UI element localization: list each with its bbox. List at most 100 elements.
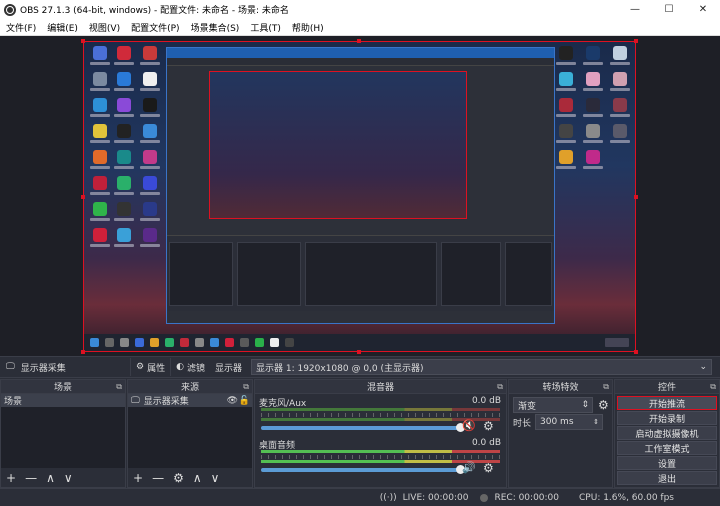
- move-down-button[interactable]: ∨: [64, 471, 73, 485]
- move-down-button[interactable]: ∨: [211, 471, 220, 485]
- desktop-icon: [112, 150, 136, 174]
- source-properties-gear-icon[interactable]: ⚙: [173, 471, 184, 485]
- desktop-icons-left-3: [138, 46, 162, 252]
- menu-help[interactable]: 帮助(H): [286, 21, 329, 34]
- menu-view[interactable]: 视图(V): [83, 21, 125, 34]
- desktop-icon: [112, 124, 136, 148]
- desktop-icon: [138, 202, 162, 226]
- mixer-track-mic: 麦克风/Aux 0.0 dB 🔇 ⚙: [259, 396, 501, 433]
- filter-icon: ◐: [176, 362, 184, 372]
- chevron-updown-icon: ⇕: [581, 400, 589, 410]
- live-timer: LIVE: 00:00:00: [402, 492, 469, 503]
- mixer-header: 混音器: [366, 383, 394, 393]
- monitor-icon: 🖵: [6, 362, 15, 372]
- nested-preview: [209, 71, 467, 219]
- dock-float-icon[interactable]: ⧉: [497, 382, 503, 392]
- volume-slider[interactable]: [261, 423, 465, 432]
- add-scene-button[interactable]: +: [6, 471, 16, 485]
- gear-icon[interactable]: ⚙: [598, 398, 609, 412]
- list-item[interactable]: 场景: [1, 394, 125, 407]
- sources-dock: 来源 ⧉ 🖵 显示器采集 👁 🔓 + — ⚙ ∧ ∨: [127, 379, 253, 488]
- desktop-icon: [608, 98, 632, 122]
- desktop-icon: [88, 98, 112, 122]
- desktop-icons-left: [88, 46, 112, 252]
- desktop-icon: [554, 124, 578, 148]
- menu-edit[interactable]: 编辑(E): [41, 21, 83, 34]
- desktop-icon: [608, 124, 632, 148]
- lock-icon[interactable]: 🔓: [239, 396, 250, 406]
- preview-canvas[interactable]: [83, 41, 636, 352]
- remove-source-button[interactable]: —: [152, 471, 164, 485]
- desktop-icon: [608, 72, 632, 96]
- transition-select[interactable]: 渐变 ⇕: [513, 397, 593, 413]
- properties-button[interactable]: ⚙ 属性: [130, 358, 170, 376]
- move-up-button[interactable]: ∧: [46, 471, 55, 485]
- rec-timer: REC: 00:00:00: [494, 492, 560, 503]
- maximize-button[interactable]: ☐: [652, 0, 686, 19]
- sources-header: 来源: [180, 383, 199, 393]
- status-bar: ((·)) LIVE: 00:00:00 REC: 00:00:00 CPU: …: [0, 488, 720, 506]
- desktop-icon: [554, 150, 578, 174]
- menu-file[interactable]: 文件(F): [0, 21, 41, 34]
- preview-area[interactable]: [0, 36, 720, 356]
- desktop-icon: [112, 72, 136, 96]
- move-up-button[interactable]: ∧: [193, 471, 202, 485]
- dock-float-icon[interactable]: ⧉: [243, 382, 249, 392]
- desktop-icon: [88, 124, 112, 148]
- desktop-icon: [581, 46, 605, 70]
- menu-tools[interactable]: 工具(T): [244, 21, 286, 34]
- volume-slider[interactable]: [261, 465, 465, 474]
- start-streaming-button[interactable]: 开始推流: [617, 396, 717, 410]
- desktop-icon: [554, 98, 578, 122]
- monitor-icon: 🖵: [131, 395, 140, 406]
- live-broadcast-icon: ((·)): [379, 492, 397, 503]
- mixer-dock: 混音器 ⧉ 麦克风/Aux 0.0 dB 🔇 ⚙ 桌面音频 0.0 dB 🔊 ⚙: [254, 379, 507, 488]
- desktop-icon: [112, 228, 136, 252]
- display-select[interactable]: 显示器 1: 1920x1080 @ 0,0 (主显示器) ⌄: [250, 359, 712, 375]
- start-virtual-camera-button[interactable]: 启动虚拟摄像机: [617, 426, 717, 440]
- windows-taskbar: [84, 334, 635, 351]
- menu-scene-collection[interactable]: 场景集合(S): [185, 21, 245, 34]
- gear-icon[interactable]: ⚙: [483, 461, 494, 475]
- studio-mode-button[interactable]: 工作室模式: [617, 441, 717, 455]
- desktop-icon: [138, 150, 162, 174]
- speaker-icon[interactable]: 🔊: [462, 461, 476, 474]
- dock-float-icon[interactable]: ⧉: [116, 382, 122, 392]
- remove-scene-button[interactable]: —: [25, 471, 37, 485]
- record-dot-icon: [480, 493, 489, 502]
- desktop-icons-right-3: [608, 46, 632, 148]
- dock-float-icon[interactable]: ⧉: [710, 382, 716, 392]
- dock-float-icon[interactable]: ⧉: [603, 382, 609, 392]
- list-item[interactable]: 🖵 显示器采集 👁 🔓: [128, 394, 252, 407]
- desktop-icon: [138, 46, 162, 70]
- display-label: 显示器: [214, 363, 242, 374]
- add-source-button[interactable]: +: [133, 471, 143, 485]
- close-button[interactable]: ✕: [686, 0, 720, 19]
- audio-meter: [261, 450, 500, 453]
- controls-header: 控件: [657, 383, 676, 393]
- visibility-eye-icon[interactable]: 👁: [227, 396, 238, 406]
- spin-arrows-icon[interactable]: ⇕: [593, 418, 599, 426]
- mixer-track-desktop: 桌面音频 0.0 dB 🔊 ⚙: [259, 438, 501, 475]
- desktop-icon: [112, 202, 136, 226]
- obs-logo-icon: [4, 3, 16, 16]
- settings-button[interactable]: 设置: [617, 456, 717, 470]
- gear-icon[interactable]: ⚙: [483, 419, 494, 433]
- exit-button[interactable]: 退出: [617, 471, 717, 485]
- minimize-button[interactable]: —: [618, 0, 652, 19]
- controls-dock: 控件 ⧉ 开始推流 开始录制 启动虚拟摄像机 工作室模式 设置 退出: [614, 379, 720, 488]
- selected-source: 🖵 显示器采集: [6, 362, 66, 374]
- start-recording-button[interactable]: 开始录制: [617, 411, 717, 425]
- duration-spinbox[interactable]: 300 ms ⇕: [535, 414, 604, 430]
- transitions-header: 转场特效: [542, 383, 579, 393]
- nested-obs-window: [166, 47, 555, 324]
- sources-list[interactable]: 🖵 显示器采集 👁 🔓: [128, 394, 252, 468]
- scenes-dock: 场景 ⧉ 场景 + — ∧ ∨: [0, 379, 126, 488]
- menu-profile[interactable]: 配置文件(P): [125, 21, 184, 34]
- muted-speaker-icon[interactable]: 🔇: [462, 419, 476, 432]
- scenes-list[interactable]: 场景: [1, 394, 125, 468]
- desktop-icon: [608, 46, 632, 70]
- nested-docks: [167, 235, 554, 311]
- desktop-icon: [112, 176, 136, 200]
- filters-button[interactable]: ◐ 滤镜: [170, 358, 210, 376]
